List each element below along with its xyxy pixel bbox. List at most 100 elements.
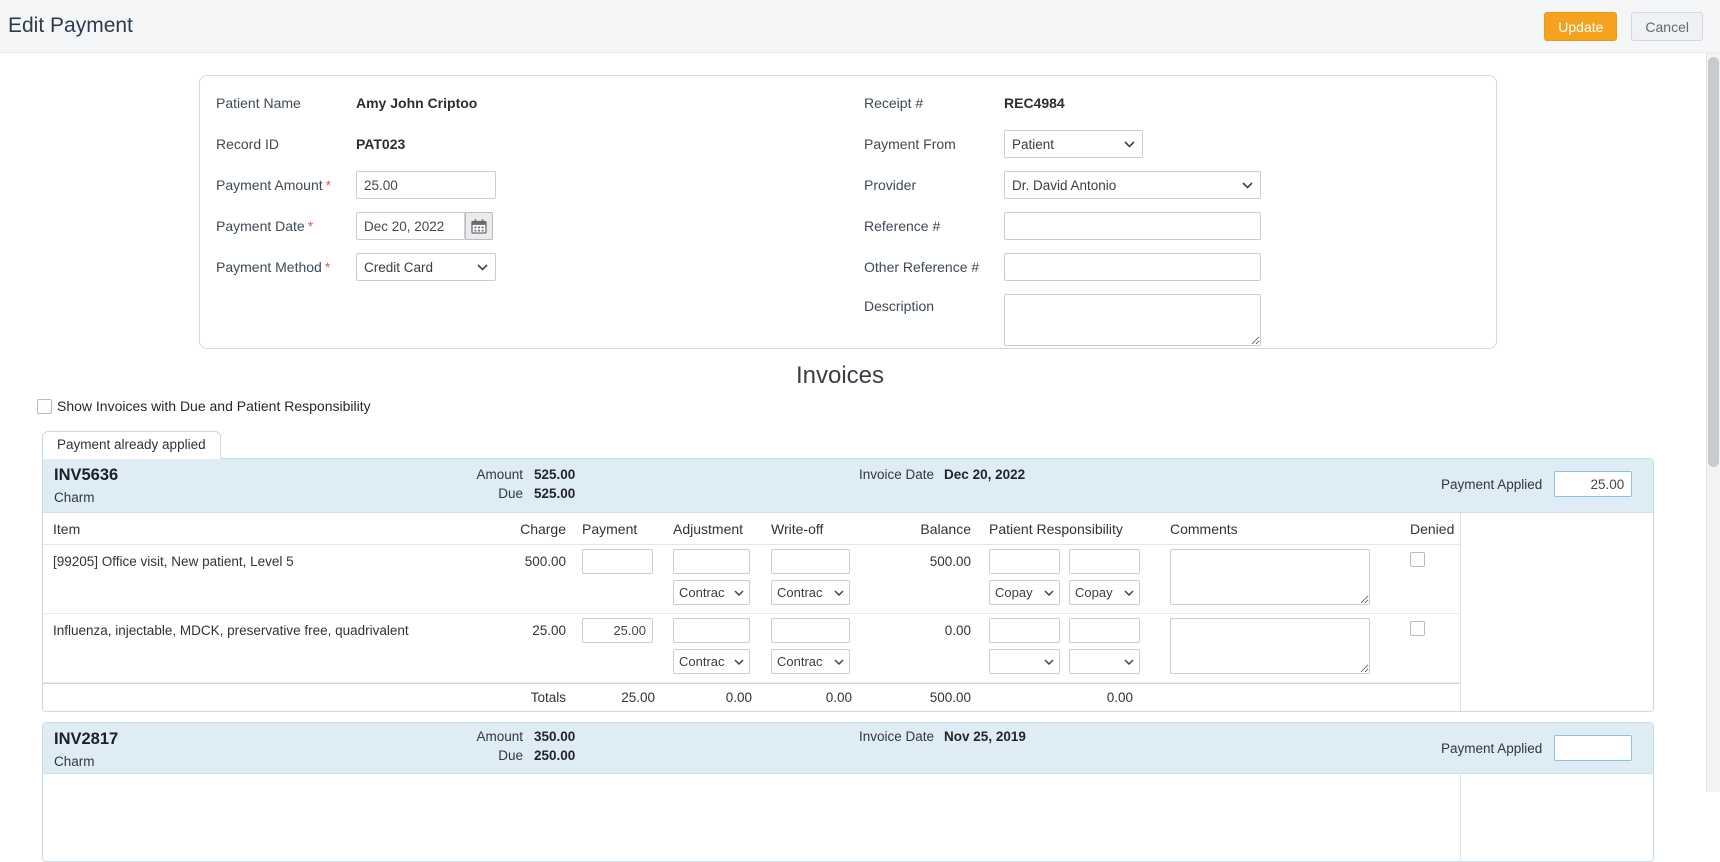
adjustment-type-select[interactable]: Contrac: [673, 649, 750, 674]
invoice-date-value: Dec 20, 2022: [944, 467, 1025, 482]
form-column-left: Patient Name Amy John Criptoo Record ID …: [216, 89, 776, 294]
writeoff-input[interactable]: [771, 549, 850, 574]
chevron-down-icon: [1124, 659, 1134, 665]
payment-from-label: Payment From: [864, 136, 1004, 152]
cancel-button[interactable]: Cancel: [1631, 12, 1703, 41]
payment-form-panel: Patient Name Amy John Criptoo Record ID …: [199, 75, 1497, 349]
patient-resp-type-select-2[interactable]: Copay: [1069, 580, 1140, 605]
totals-label: Totals: [504, 690, 570, 705]
reference-number-row: Reference #: [864, 212, 1464, 240]
comments-textarea[interactable]: [1170, 549, 1370, 605]
invoice-date-block: Invoice Date Nov 25, 2019: [859, 729, 1026, 744]
show-invoices-checkbox[interactable]: [37, 399, 52, 414]
invoice-amount-block: Amount350.00 Due250.00: [413, 729, 575, 767]
invoice-date-block: Invoice Date Dec 20, 2022: [859, 467, 1025, 482]
chevron-down-icon: [1124, 590, 1134, 596]
balance-value: 500.00: [858, 549, 973, 610]
payment-applied-input[interactable]: [1554, 735, 1632, 761]
denied-checkbox[interactable]: [1410, 552, 1425, 567]
charge-value: 500.00: [504, 549, 570, 610]
payment-amount-label: Payment Amount*: [216, 177, 356, 193]
amount-label: Amount: [413, 729, 523, 744]
totals-balance: 500.00: [858, 690, 973, 705]
payment-date-label: Payment Date*: [216, 218, 356, 234]
patient-resp-input-2[interactable]: [1069, 549, 1140, 574]
chevron-down-icon: [1044, 659, 1054, 665]
payment-from-select[interactable]: Patient: [1004, 130, 1143, 158]
chevron-down-icon: [477, 264, 488, 271]
invoice-card-inv5636: INV5636 Charm Amount525.00 Due525.00 Inv…: [42, 458, 1654, 712]
comments-textarea[interactable]: [1170, 618, 1370, 674]
col-header-charge: Charge: [504, 521, 570, 537]
chevron-down-icon: [834, 590, 844, 596]
update-button[interactable]: Update: [1544, 12, 1617, 41]
payment-date-input[interactable]: [356, 212, 465, 240]
vertical-scrollbar: [1706, 53, 1720, 792]
form-column-right: Receipt # REC4984 Payment From Patient P…: [864, 89, 1464, 359]
patient-resp-type-select-1[interactable]: [989, 649, 1060, 674]
invoice-card-inv2817: INV2817 Charm Amount350.00 Due250.00 Inv…: [42, 722, 1654, 862]
provider-select[interactable]: Dr. David Antonio: [1004, 171, 1261, 199]
charge-value: 25.00: [504, 618, 570, 679]
payment-applied-block: Payment Applied: [1441, 735, 1632, 761]
payment-method-select[interactable]: Credit Card: [356, 253, 496, 281]
patient-resp-input-1[interactable]: [989, 618, 1060, 643]
scrollbar-thumb[interactable]: [1708, 57, 1719, 467]
adjustment-input[interactable]: [673, 618, 750, 643]
col-header-comments: Comments: [1145, 521, 1380, 537]
other-reference-input[interactable]: [1004, 253, 1261, 281]
other-reference-label: Other Reference #: [864, 259, 1004, 275]
balance-value: 0.00: [858, 618, 973, 679]
item-name: [99205] Office visit, New patient, Level…: [43, 549, 504, 610]
col-header-balance: Balance: [858, 521, 973, 537]
payment-applied-label: Payment Applied: [1441, 477, 1542, 492]
adjustment-type-select[interactable]: Contrac: [673, 580, 750, 605]
show-invoices-label: Show Invoices with Due and Patient Respo…: [57, 398, 371, 414]
chevron-down-icon: [1044, 590, 1054, 596]
col-header-item: Item: [43, 521, 504, 537]
item-name: Influenza, injectable, MDCK, preservativ…: [43, 618, 504, 679]
payment-input[interactable]: [582, 618, 653, 643]
payment-applied-block: Payment Applied: [1441, 471, 1632, 497]
calendar-button[interactable]: [465, 212, 493, 240]
payment-input[interactable]: [582, 549, 653, 574]
adjustment-input[interactable]: [673, 549, 750, 574]
calendar-icon: [471, 219, 487, 234]
chevron-down-icon: [734, 659, 744, 665]
description-textarea[interactable]: [1004, 294, 1261, 346]
reference-number-input[interactable]: [1004, 212, 1261, 240]
writeoff-type-select[interactable]: Contrac: [771, 580, 850, 605]
invoice-date-label: Invoice Date: [859, 729, 934, 744]
table-row: [99205] Office visit, New patient, Level…: [43, 545, 1460, 614]
receipt-number-label: Receipt #: [864, 95, 1004, 111]
col-header-adjustment: Adjustment: [666, 521, 763, 537]
invoice-facility: Charm: [54, 490, 95, 505]
totals-writeoff: 0.00: [763, 690, 858, 705]
amount-label: Amount: [413, 467, 523, 482]
patient-resp-type-select-2[interactable]: [1069, 649, 1140, 674]
record-id-row: Record ID PAT023: [216, 130, 776, 158]
chevron-down-icon: [1124, 141, 1135, 148]
due-value: 250.00: [534, 748, 575, 763]
patient-resp-input-1[interactable]: [989, 549, 1060, 574]
invoice-facility: Charm: [54, 754, 95, 769]
topbar-actions: Update Cancel: [1544, 12, 1703, 41]
invoice-date-value: Nov 25, 2019: [944, 729, 1026, 744]
payment-applied-input[interactable]: [1554, 471, 1632, 497]
provider-row: Provider Dr. David Antonio: [864, 171, 1464, 199]
writeoff-input[interactable]: [771, 618, 850, 643]
writeoff-type-select[interactable]: Contrac: [771, 649, 850, 674]
patient-resp-type-select-1[interactable]: Copay: [989, 580, 1060, 605]
tab-payment-already-applied[interactable]: Payment already applied: [42, 431, 221, 459]
patient-resp-input-2[interactable]: [1069, 618, 1140, 643]
patient-name-label: Patient Name: [216, 95, 356, 111]
payment-applied-label: Payment Applied: [1441, 741, 1542, 756]
col-header-writeoff: Write-off: [763, 521, 858, 537]
record-id-value: PAT023: [356, 136, 405, 152]
chevron-down-icon: [1242, 182, 1253, 189]
totals-patient-responsibility: 0.00: [973, 690, 1145, 705]
chevron-down-icon: [834, 659, 844, 665]
payment-amount-input[interactable]: [356, 171, 496, 199]
denied-checkbox[interactable]: [1410, 621, 1425, 636]
patient-name-row: Patient Name Amy John Criptoo: [216, 89, 776, 117]
